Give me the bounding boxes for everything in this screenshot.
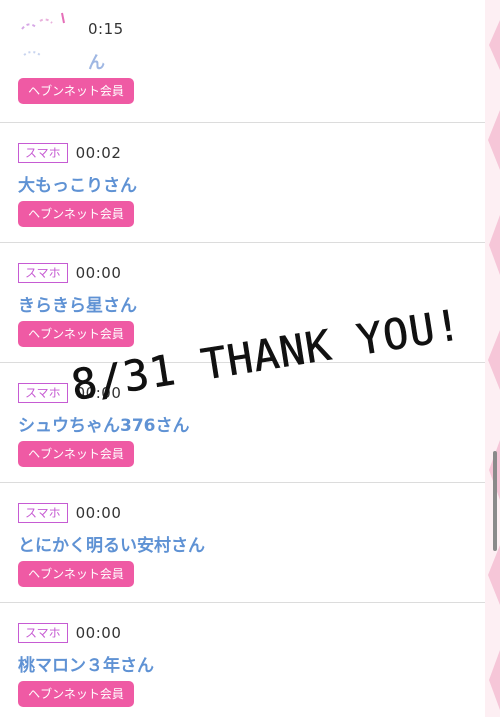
scrollbar-thumb[interactable] — [493, 451, 497, 551]
avatar — [18, 12, 70, 56]
member-badge-button[interactable]: ヘブンネット会員 — [18, 78, 134, 104]
visitor-name[interactable]: とにかく明るい安村さん — [18, 531, 205, 556]
member-badge-button[interactable]: ヘブンネット会員 — [18, 561, 134, 587]
row-meta: スマホ 00:00 — [18, 382, 121, 404]
visit-time: 00:00 — [75, 624, 122, 642]
member-badge-button[interactable]: ヘブンネット会員 — [18, 681, 134, 707]
device-badge: スマホ — [18, 623, 68, 643]
visit-time: 00:00 — [75, 384, 122, 402]
member-badge-button[interactable]: ヘブンネット会員 — [18, 441, 134, 467]
list-item: スマホ 00:00 きらきら星さん ヘブンネット会員 — [0, 243, 485, 363]
zigzag-pattern-icon — [485, 0, 500, 717]
member-badge-button[interactable]: ヘブンネット会員 — [18, 321, 134, 347]
decorative-strip — [485, 0, 500, 717]
member-badge-button[interactable]: ヘブンネット会員 — [18, 201, 134, 227]
faded-avatar-icon — [21, 12, 65, 56]
row-meta: スマホ 00:02 — [18, 142, 121, 164]
list-item: スマホ 00:00 シュウちゃん376さん ヘブンネット会員 — [0, 363, 485, 483]
row-meta: 0:15 — [18, 12, 124, 56]
visitor-name[interactable]: 大もっこりさん — [18, 171, 137, 196]
page: 0:15 ん ヘブンネット会員 スマホ 00:02 大もっこりさん ヘブンネット… — [0, 0, 500, 717]
device-badge: スマホ — [18, 263, 68, 283]
visitor-name[interactable]: 桃マロン３年さん — [18, 651, 154, 676]
row-meta: スマホ 00:00 — [18, 622, 121, 644]
row-meta: スマホ 00:00 — [18, 502, 121, 524]
visitor-name[interactable]: きらきら星さん — [18, 291, 137, 316]
visit-time: 00:02 — [75, 144, 122, 162]
list-item: 0:15 ん ヘブンネット会員 — [0, 0, 485, 123]
visit-time: 0:15 — [88, 20, 124, 38]
visitor-list: 0:15 ん ヘブンネット会員 スマホ 00:02 大もっこりさん ヘブンネット… — [0, 0, 485, 717]
list-item: スマホ 00:02 大もっこりさん ヘブンネット会員 — [0, 123, 485, 243]
list-item: スマホ 00:00 とにかく明るい安村さん ヘブンネット会員 — [0, 483, 485, 603]
device-badge: スマホ — [18, 143, 68, 163]
visit-time: 00:00 — [75, 264, 122, 282]
visitor-name[interactable]: シュウちゃん376さん — [18, 411, 190, 436]
device-badge: スマホ — [18, 503, 68, 523]
visit-time: 00:00 — [75, 504, 122, 522]
row-meta: スマホ 00:00 — [18, 262, 121, 284]
list-item: スマホ 00:00 桃マロン３年さん ヘブンネット会員 — [0, 603, 485, 717]
device-badge: スマホ — [18, 383, 68, 403]
visitor-name[interactable]: ん — [88, 48, 105, 73]
